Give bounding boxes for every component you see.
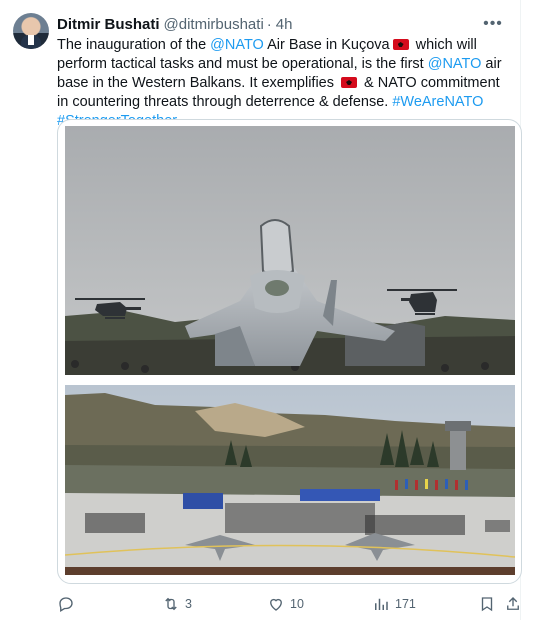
albania-flag-icon [392,39,409,50]
like-count: 10 [290,597,304,611]
views-icon [375,598,388,610]
more-options-icon[interactable]: ••• [482,13,504,35]
separator-dot: · [266,15,272,33]
photo-fighter-jet[interactable] [65,126,515,375]
photo-airbase-aerial[interactable] [65,385,515,575]
share-button[interactable] [504,592,522,616]
author-handle[interactable]: @ditmirbushati [164,16,264,33]
tweet-text: The inauguration of the @NATO Air Base i… [57,36,512,131]
hashtag-wearenato[interactable]: #WeAreNATO [392,94,483,110]
tweet-actions: 3 10 171 [57,592,520,616]
bookmark-icon [481,597,493,612]
tweet[interactable]: Ditmir Bushati @ditmirbushati · 4h ••• T… [0,0,522,620]
mention-nato[interactable]: @NATO [428,56,482,72]
media-container[interactable] [57,119,522,584]
like-icon [270,598,282,611]
tweet-header: Ditmir Bushati @ditmirbushati · 4h ••• [57,13,504,35]
bookmark-button[interactable] [478,592,496,616]
tweet-text-segment: The inauguration of the [57,37,211,53]
tweet-text-segment: Air Base in Kuçova [263,37,390,53]
retweet-button[interactable]: 3 [162,592,192,616]
albania-flag-icon [341,77,358,88]
like-button[interactable]: 10 [267,592,304,616]
tweet-time[interactable]: 4h [276,16,293,33]
retweet-count: 3 [185,597,192,611]
mention-nato[interactable]: @NATO [210,37,264,53]
retweet-icon [165,597,177,611]
share-icon [507,597,519,610]
reply-button[interactable] [57,592,80,616]
reply-icon [59,597,73,612]
avatar[interactable] [13,13,49,49]
author-name[interactable]: Ditmir Bushati [57,16,160,33]
views-button[interactable]: 171 [372,592,416,616]
views-count: 171 [395,597,416,611]
